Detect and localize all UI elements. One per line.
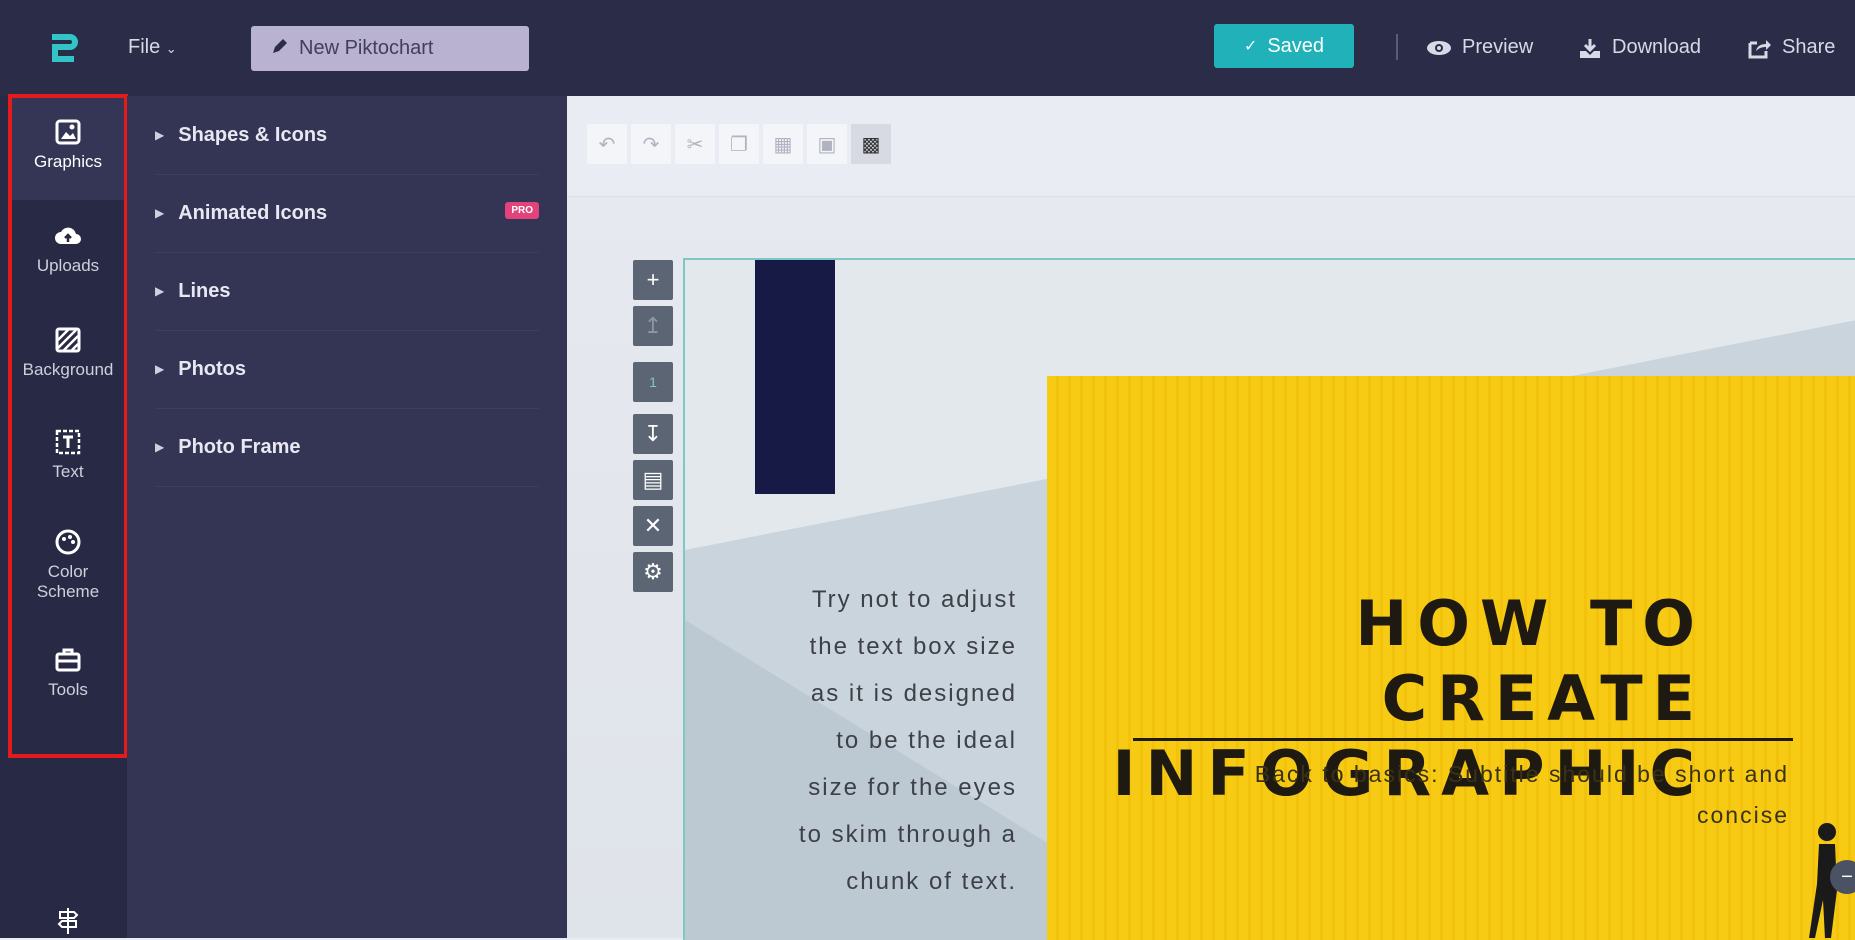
trash-icon: ▣ (817, 133, 837, 156)
delete-block-button[interactable]: ✕ (633, 506, 673, 546)
move-block-down-button[interactable]: ↧ (633, 414, 673, 454)
align-button[interactable]: ▩ (851, 124, 891, 164)
copy-button[interactable]: ❐ (719, 124, 759, 164)
panel-item-shapes-icons[interactable]: ▶ Shapes & Icons (155, 96, 539, 175)
download-icon (1580, 38, 1600, 58)
share-button[interactable]: Share (1748, 36, 1835, 59)
panel-item-label: Shapes & Icons (178, 123, 328, 146)
duplicate-block-button[interactable]: ▤ (633, 460, 673, 500)
undo-button[interactable]: ↶ (587, 124, 627, 164)
eye-icon (1427, 40, 1451, 55)
headline-line: HOW TO CREATE (1355, 587, 1705, 735)
piktochart-logo[interactable] (44, 28, 84, 68)
share-label: Share (1782, 36, 1836, 58)
panel-item-photo-frame[interactable]: ▶ Photo Frame (155, 408, 539, 487)
rail-item-signpost[interactable] (8, 906, 128, 940)
panel-item-label: Photo Frame (178, 435, 301, 458)
body-text-line: as it is designed (810, 680, 1017, 707)
redo-button[interactable]: ↷ (631, 124, 671, 164)
check-icon: ✓ (1243, 38, 1258, 55)
divider (1396, 34, 1398, 60)
download-label: Download (1612, 36, 1701, 58)
minus-icon: − (1841, 865, 1853, 888)
copy-icon: ❐ (730, 133, 748, 156)
navy-rectangle[interactable] (755, 260, 835, 494)
panel-item-label: Photos (178, 357, 247, 380)
caret-right-icon: ▶ (155, 284, 165, 298)
yellow-photo-block[interactable]: HOW TO CREATE INFOGRAPHIC Back to basics… (1047, 376, 1855, 940)
graphics-panel: ▶ Shapes & Icons ▶ Animated Icons PRO ▶ … (127, 96, 567, 938)
panel-item-lines[interactable]: ▶ Lines (155, 252, 539, 331)
caret-right-icon: ▶ (155, 206, 165, 220)
align-icon: ▩ (861, 133, 881, 156)
download-button[interactable]: Download (1578, 36, 1701, 59)
file-menu-label: File (128, 36, 161, 58)
panel-item-photos[interactable]: ▶ Photos (155, 330, 539, 409)
panel-item-label: Lines (178, 279, 231, 302)
caret-right-icon: ▶ (155, 128, 165, 142)
arrow-down-icon: ↧ (643, 421, 663, 446)
scissors-icon: ✂ (686, 133, 704, 156)
document-title: New Piktochart (299, 37, 434, 59)
block-number: 1 (633, 362, 673, 402)
paste-button[interactable]: ▦ (763, 124, 803, 164)
body-text-line: to skim through a (798, 821, 1017, 848)
paste-icon: ▦ (773, 133, 793, 156)
panel-item-animated-icons[interactable]: ▶ Animated Icons PRO (155, 174, 539, 253)
chevron-down-icon: ⌄ (165, 41, 177, 56)
headline-rule (1133, 738, 1793, 741)
body-text-line: the text box size (809, 633, 1017, 660)
top-bar: File ⌄ New Piktochart ✓ Saved Preview Do… (0, 0, 1855, 96)
subtitle-line: Back to basics: Subtitle should be short… (1254, 761, 1789, 787)
block-number-label: 1 (649, 374, 657, 390)
undo-icon: ↶ (598, 133, 616, 156)
body-text-line: to be the ideal (836, 727, 1017, 754)
annotation-highlight-box (8, 94, 128, 758)
delete-button[interactable]: ▣ (807, 124, 847, 164)
gear-icon: ⚙ (643, 559, 663, 584)
document-title-field[interactable]: New Piktochart (251, 26, 529, 71)
body-text-line: size for the eyes (808, 774, 1017, 801)
pencil-icon (271, 37, 289, 61)
body-text-line: Try not to adjust (811, 586, 1017, 613)
body-text-box[interactable]: Try not to adjust the text box size as i… (755, 576, 1017, 905)
caret-right-icon: ▶ (155, 362, 165, 376)
file-menu[interactable]: File ⌄ (128, 36, 177, 59)
move-block-up-button[interactable]: ↥ (633, 306, 673, 346)
close-icon: ✕ (643, 513, 663, 538)
redo-icon: ↷ (642, 133, 660, 156)
cut-button[interactable]: ✂ (675, 124, 715, 164)
saved-button[interactable]: ✓ Saved (1214, 24, 1354, 68)
infographic-page[interactable]: Try not to adjust the text box size as i… (683, 258, 1855, 940)
block-settings-button[interactable]: ⚙ (633, 552, 673, 592)
preview-label: Preview (1462, 36, 1534, 58)
plus-icon: + (646, 267, 660, 292)
arrow-up-icon: ↥ (643, 313, 663, 338)
panel-item-label: Animated Icons (178, 201, 328, 224)
signpost-icon (57, 908, 79, 934)
caret-right-icon: ▶ (155, 440, 165, 454)
edit-toolbar: ↶ ↷ ✂ ❐ ▦ ▣ ▩ (567, 96, 1855, 197)
subtitle[interactable]: Back to basics: Subtitle should be short… (1133, 754, 1789, 836)
add-block-button[interactable]: + (633, 260, 673, 300)
body-text-line: chunk of text. (846, 868, 1017, 895)
duplicate-icon: ▤ (642, 467, 664, 492)
share-icon (1748, 39, 1771, 58)
subtitle-line: concise (1697, 802, 1789, 828)
preview-button[interactable]: Preview (1426, 36, 1533, 59)
saved-label: Saved (1267, 34, 1325, 57)
pro-badge: PRO (505, 202, 539, 219)
